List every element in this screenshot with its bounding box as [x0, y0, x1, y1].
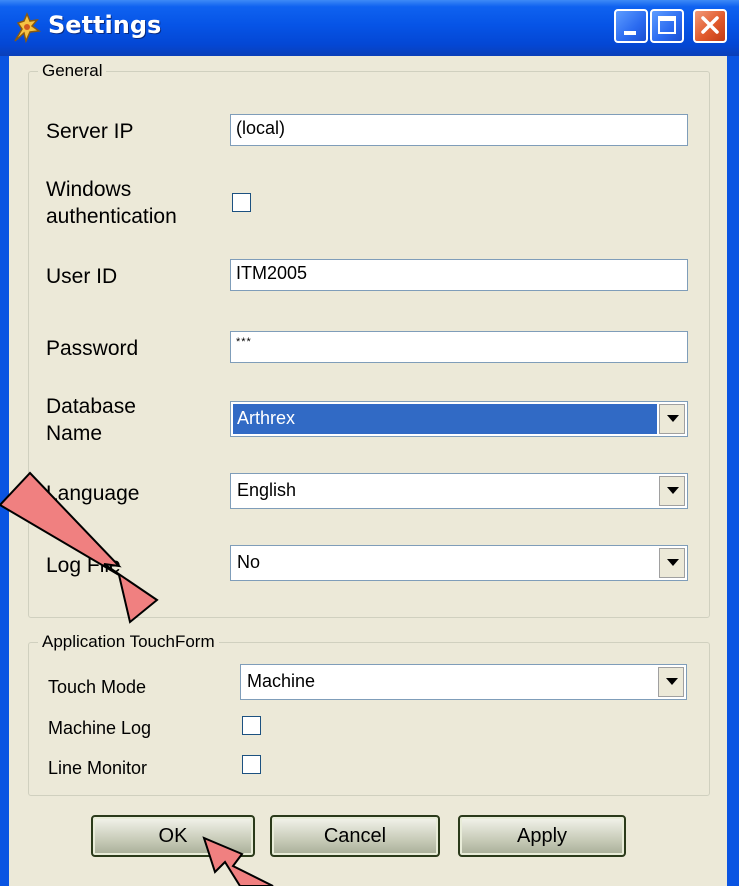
annotation-overlay [0, 471, 274, 886]
annotation-arrow-log-file [0, 471, 159, 624]
settings-window: Settings General Server IP (local) Windo… [0, 0, 739, 886]
annotation-arrow-ok [202, 836, 274, 886]
